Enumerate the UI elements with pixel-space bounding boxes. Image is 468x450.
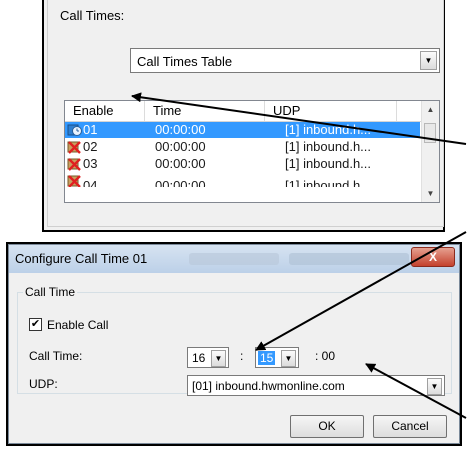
row-id: 02 — [83, 139, 98, 154]
column-header-time[interactable]: Time — [145, 101, 265, 121]
call-time-label: Call Time: — [29, 349, 83, 363]
row-time: 00:00:00 — [155, 156, 206, 171]
row-id: 04 — [83, 178, 98, 187]
row-id: 03 — [83, 156, 98, 171]
call-times-label: Call Times: — [60, 8, 125, 23]
dialog-title: Configure Call Time 01 — [15, 251, 148, 266]
hour-value: 16 — [192, 351, 206, 365]
enable-call-label: Enable Call — [47, 318, 109, 332]
close-button[interactable]: X — [411, 247, 455, 267]
scroll-thumb[interactable] — [424, 123, 436, 143]
minute-value: 15 — [258, 351, 276, 365]
blurred-background-text — [289, 253, 409, 265]
row-id: 01 — [83, 122, 98, 137]
hour-select[interactable]: 16 ▼ — [187, 347, 229, 368]
row-udp: [1] inbound.h... — [285, 178, 372, 187]
minute-select[interactable]: 15 ▼ — [255, 347, 299, 368]
list-item[interactable]: 02 00:00:00 [1] inbound.h... — [65, 139, 420, 155]
list-item[interactable]: 01 00:00:00 [1] inbound.h... — [65, 122, 420, 138]
dialog-titlebar[interactable]: Configure Call Time 01 X — [9, 245, 459, 273]
group-label: Call Time — [23, 285, 78, 299]
row-time: 00:00:00 — [155, 178, 206, 187]
chevron-down-icon[interactable]: ▼ — [427, 378, 442, 395]
udp-value: [01] inbound.hwmonline.com — [192, 379, 345, 393]
cancel-button[interactable]: Cancel — [373, 415, 447, 438]
column-header-udp[interactable]: UDP — [265, 101, 397, 121]
list-item[interactable]: 04 00:00:00 [1] inbound.h... — [65, 173, 420, 187]
seconds-label: : 00 — [315, 349, 336, 363]
list-header: Enable Time UDP — [65, 101, 425, 122]
scroll-up-icon[interactable]: ▲ — [422, 101, 439, 118]
row-time: 00:00:00 — [155, 139, 206, 154]
call-times-list[interactable]: Enable Time UDP 01 00:00:00 [1] inbound.… — [64, 100, 440, 203]
row-udp: [1] inbound.h... — [285, 156, 372, 171]
row-udp: [1] inbound.h... — [285, 122, 372, 137]
configure-call-time-dialog: Configure Call Time 01 X Call Time ✔ Ena… — [8, 244, 460, 444]
enable-call-checkbox[interactable]: ✔ — [29, 318, 42, 331]
list-item[interactable]: 03 00:00:00 [1] inbound.h... — [65, 156, 420, 172]
call-times-table-select[interactable]: Call Times Table ▼ — [130, 48, 440, 73]
scroll-down-icon[interactable]: ▼ — [422, 185, 439, 202]
row-time: 00:00:00 — [155, 122, 206, 137]
call-times-table-value: Call Times Table — [137, 54, 233, 69]
column-header-enable[interactable]: Enable — [65, 101, 145, 121]
chevron-down-icon[interactable]: ▼ — [211, 350, 226, 367]
row-udp: [1] inbound.h... — [285, 139, 372, 154]
clock-disabled-icon — [67, 158, 81, 171]
chevron-down-icon[interactable]: ▼ — [420, 51, 437, 70]
clock-disabled-icon — [67, 141, 81, 154]
clock-disabled-icon — [67, 175, 81, 187]
udp-select[interactable]: [01] inbound.hwmonline.com ▼ — [187, 375, 445, 396]
clock-enabled-icon — [67, 124, 82, 136]
chevron-down-icon[interactable]: ▼ — [281, 350, 296, 367]
list-scrollbar[interactable]: ▲ ▼ — [421, 101, 439, 202]
udp-label: UDP: — [29, 377, 58, 391]
ok-button[interactable]: OK — [290, 415, 364, 438]
blurred-background-text — [189, 253, 279, 265]
time-separator: : — [240, 349, 244, 363]
